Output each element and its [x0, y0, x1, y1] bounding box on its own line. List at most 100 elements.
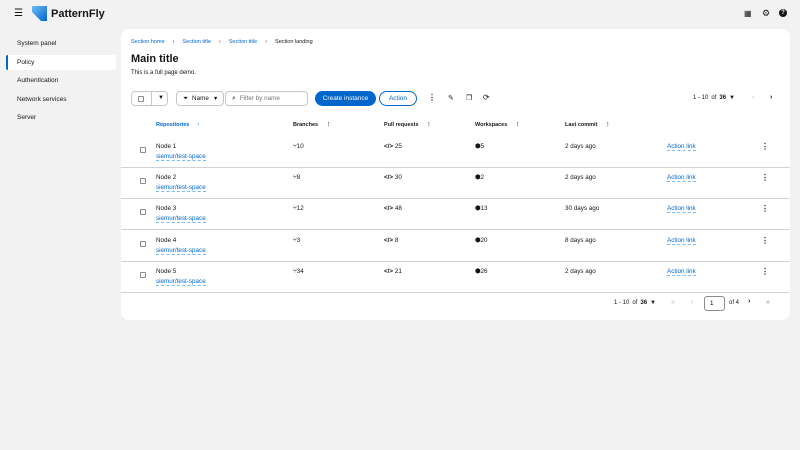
breadcrumb-item[interactable]: Section home — [131, 39, 165, 45]
sidebar-item[interactable]: System panel — [6, 36, 116, 51]
breadcrumb-item[interactable]: Section title — [182, 39, 210, 45]
code-icon: </> — [384, 143, 394, 150]
page-count: of 4 — [729, 300, 740, 306]
column-kebab-icon[interactable]: ⋮ — [515, 122, 521, 128]
caret-down-icon: ▼ — [650, 300, 656, 306]
workspaces-value: 13 — [480, 205, 488, 213]
search-icon: ⌕ — [232, 94, 236, 102]
row-name: Node 4 — [156, 236, 177, 244]
row-checkbox[interactable] — [140, 147, 146, 153]
bulk-select[interactable]: ▼ — [131, 91, 168, 106]
hamburger-icon[interactable]: ☰ — [14, 8, 23, 19]
filter-dropdown[interactable]: ⏷ Name ▼ — [176, 91, 224, 106]
column-last-commit[interactable]: Last commit ⋮ — [565, 122, 610, 128]
bulk-checkbox[interactable] — [138, 95, 144, 102]
workspaces-cell: ⬢20 — [475, 237, 488, 244]
caret-down-icon: ▼ — [212, 95, 219, 102]
caret-down-icon: ▼ — [729, 95, 735, 101]
action-link[interactable]: Action link — [667, 237, 696, 245]
breadcrumb-item[interactable]: Section title — [229, 39, 257, 45]
last-commit: 8 days ago — [565, 236, 596, 244]
prs-cell: </> 25 — [384, 143, 402, 150]
logo[interactable]: PatternFly — [32, 6, 105, 21]
last-commit: 2 days ago — [565, 143, 596, 150]
code-icon: </> — [384, 267, 394, 275]
footer-pagination-toggle[interactable]: 1 - 10 of 36 ▼ — [614, 300, 656, 306]
col-label: Workspaces — [475, 122, 508, 128]
clone-icon[interactable]: ❐ — [466, 94, 472, 102]
prs-cell: </> 8 — [384, 237, 398, 244]
sort-up-icon: ↑ — [196, 122, 200, 128]
branches-cell: ⑂3 — [293, 237, 300, 244]
grid-icon[interactable]: ▦ — [744, 9, 752, 18]
row-kebab-icon[interactable]: ⋮ — [761, 204, 769, 213]
column-workspaces[interactable]: Workspaces ⋮ — [475, 122, 520, 128]
column-branches[interactable]: Branches ⋮ — [293, 122, 331, 128]
caret-down-icon[interactable]: ▼ — [151, 92, 164, 105]
column-pull-requests[interactable]: Pull requests ⋮ — [384, 122, 432, 128]
help-icon[interactable]: ? — [779, 9, 787, 17]
prs-cell: </> 48 — [384, 205, 402, 212]
table-row: Node 1 siemur/test-space ⑂10 </> 25 ⬢5 2… — [121, 137, 790, 168]
last-commit: 30 days ago — [565, 205, 600, 213]
page-number-input[interactable] — [704, 296, 725, 311]
edit-icon[interactable]: ✎ — [448, 94, 454, 102]
pagination-total: 36 — [640, 300, 648, 306]
pagination-toggle[interactable]: 1 - 10 of 36 ▼ — [693, 95, 735, 101]
action-link[interactable]: Action link — [667, 268, 696, 276]
row-checkbox[interactable] — [140, 209, 146, 216]
search-input[interactable]: ⌕ — [225, 91, 308, 106]
branches-cell: ⑂10 — [293, 143, 304, 150]
breadcrumb: Section home › Section title › Section tit… — [131, 39, 313, 45]
chevron-right-icon: › — [172, 39, 175, 45]
column-kebab-icon[interactable]: ⋮ — [605, 122, 611, 128]
action-link[interactable]: Action link — [667, 174, 696, 183]
search-field[interactable] — [239, 95, 304, 102]
repo-link[interactable]: siemur/test-space — [156, 215, 206, 224]
repo-link[interactable]: siemur/test-space — [156, 278, 206, 286]
sidebar-item[interactable]: Authentication — [6, 73, 116, 88]
row-checkbox[interactable] — [140, 271, 146, 278]
repo-link[interactable]: siemur/test-space — [156, 153, 206, 161]
create-instance-button[interactable]: Create instance — [315, 91, 376, 106]
next-page-icon[interactable]: › — [770, 94, 772, 101]
row-kebab-icon[interactable]: ⋮ — [761, 142, 769, 151]
kebab-icon[interactable]: ⋮ — [428, 93, 436, 102]
gear-icon[interactable]: ⚙ — [762, 8, 770, 19]
prs-cell: </> 30 — [384, 174, 402, 181]
row-name: Node 2 — [156, 174, 177, 182]
action-button[interactable]: Action — [379, 91, 417, 106]
column-kebab-icon[interactable]: ⋮ — [426, 122, 432, 128]
filter-icon: ⏷ — [183, 94, 189, 102]
row-kebab-icon[interactable]: ⋮ — [761, 173, 769, 182]
branches-value: 12 — [296, 205, 304, 213]
chevron-right-icon: › — [265, 39, 268, 45]
sync-icon[interactable]: ⟳ — [483, 93, 490, 102]
row-kebab-icon[interactable]: ⋮ — [761, 236, 769, 245]
repo-link[interactable]: siemur/test-space — [156, 247, 206, 255]
repo-link[interactable]: siemur/test-space — [156, 184, 206, 193]
branches-value: 8 — [296, 174, 301, 182]
branches-value: 10 — [296, 143, 304, 150]
row-kebab-icon[interactable]: ⋮ — [761, 267, 769, 276]
last-page-icon[interactable]: » — [766, 299, 770, 306]
column-kebab-icon[interactable]: ⋮ — [326, 122, 332, 128]
brand-name: PatternFly — [51, 7, 105, 20]
first-page-icon[interactable]: « — [671, 299, 675, 306]
sidebar-item[interactable]: Server — [6, 110, 116, 125]
row-checkbox[interactable] — [140, 240, 146, 247]
pagination-total: 36 — [719, 95, 727, 101]
action-link[interactable]: Action link — [667, 205, 696, 214]
next-page-icon[interactable]: › — [748, 298, 750, 305]
row-checkbox[interactable] — [140, 178, 146, 185]
sidebar-item[interactable]: Policy — [6, 54, 116, 70]
code-icon: </> — [384, 236, 394, 244]
workspaces-value: 5 — [480, 143, 485, 150]
action-link[interactable]: Action link — [667, 143, 696, 151]
col-label: Repositories — [156, 122, 190, 128]
column-repositories[interactable]: Repositories ↑ — [156, 122, 200, 128]
prev-page-icon[interactable]: ‹ — [752, 94, 754, 101]
sidebar-item[interactable]: Network services — [6, 92, 116, 107]
prs-cell: </> 21 — [384, 268, 402, 275]
prev-page-icon[interactable]: ‹ — [691, 299, 693, 306]
